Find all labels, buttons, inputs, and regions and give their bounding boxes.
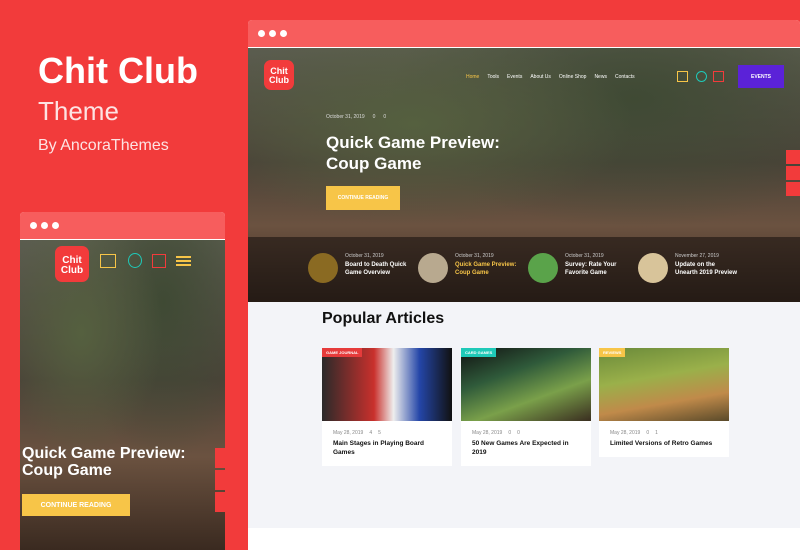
dot-icon — [258, 30, 265, 37]
user-side-icon[interactable] — [215, 470, 225, 490]
article-meta: May 28, 2019 0 1 — [610, 430, 658, 436]
continue-reading-button[interactable]: CONTINUE READING — [22, 494, 130, 516]
article-card[interactable]: GAME JOURNAL May 28, 2019 4 5 Main Stages … — [322, 348, 452, 466]
category-tag[interactable]: REVIEWS — [599, 348, 626, 357]
desktop-hero: Chit Club Home Tools Events About Us Onli… — [248, 48, 800, 302]
shop-icon[interactable] — [100, 254, 116, 268]
hero-likes: 0 — [383, 114, 387, 120]
brand-subtitle: Theme — [38, 96, 119, 126]
section-divider — [248, 528, 800, 550]
mobile-hero-title: Quick Game Preview: Coup Game — [22, 445, 186, 479]
recent-post[interactable]: October 31, 2019 Survey: Rate Your Favori… — [528, 253, 628, 302]
basket-icon[interactable] — [713, 71, 724, 82]
recent-post[interactable]: October 31, 2019 Quick Game Preview: Coup… — [418, 253, 518, 302]
article-title[interactable]: 50 New Games Are Expected in 2019 — [461, 436, 591, 466]
cart-icon[interactable] — [215, 448, 225, 468]
section-heading: Popular Articles — [322, 310, 445, 327]
recent-post[interactable]: November 27, 2019 Update on the Unearth 2… — [638, 253, 738, 302]
logo[interactable]: Chit Club — [264, 60, 294, 90]
hero-meta: October 31, 2019 0 0 — [326, 114, 386, 120]
nav-events[interactable]: Events — [507, 74, 522, 80]
category-tag[interactable]: GAME JOURNAL — [322, 348, 363, 357]
mobile-hero: Chit Club Quick Game Preview: Coup Game CO… — [20, 240, 225, 550]
post-thumbnail — [418, 253, 448, 283]
mobile-preview-window: Chit Club Quick Game Preview: Coup Game CO… — [20, 212, 225, 550]
article-image: GAME JOURNAL — [322, 348, 452, 421]
article-title[interactable]: Main Stages in Playing Board Games — [322, 436, 452, 466]
events-button[interactable]: EVENTS — [738, 65, 784, 88]
cart-icon[interactable] — [786, 150, 800, 164]
nav-news[interactable]: News — [594, 74, 607, 80]
user-icon[interactable] — [128, 253, 142, 268]
desktop-preview-window: Chit Club Home Tools Events About Us Onli… — [248, 20, 800, 550]
nav-shop[interactable]: Online Shop — [559, 74, 587, 80]
article-meta: May 28, 2019 4 5 — [333, 430, 381, 436]
category-tag[interactable]: CARD GAMES — [461, 348, 497, 357]
article-meta: May 28, 2019 0 0 — [472, 430, 520, 436]
article-image: REVIEWS — [599, 348, 729, 421]
hero-date: October 31, 2019 — [326, 114, 365, 120]
window-bar — [248, 20, 800, 48]
user-icon[interactable] — [696, 71, 707, 82]
calendar-icon[interactable] — [786, 182, 800, 196]
post-thumbnail — [638, 253, 668, 283]
nav-contacts[interactable]: Contacts — [615, 74, 635, 80]
menu-icon[interactable] — [176, 256, 191, 266]
shop-icon[interactable] — [677, 71, 688, 82]
recent-post[interactable]: October 31, 2019 Board to Death Quick Gam… — [308, 253, 408, 302]
brand-title: Chit Club — [38, 50, 198, 91]
article-card[interactable]: CARD GAMES May 28, 2019 0 0 50 New Games A… — [461, 348, 591, 466]
article-title[interactable]: Limited Versions of Retro Games — [599, 436, 729, 457]
user-side-icon[interactable] — [786, 166, 800, 180]
hero-comments: 0 — [372, 114, 376, 120]
calendar-icon[interactable] — [215, 492, 225, 512]
dot-icon — [41, 222, 48, 229]
continue-reading-button[interactable]: CONTINUE READING — [326, 186, 400, 210]
dot-icon — [52, 222, 59, 229]
dot-icon — [269, 30, 276, 37]
dot-icon — [30, 222, 37, 229]
post-thumbnail — [528, 253, 558, 283]
hero-title: Quick Game Preview: Coup Game — [326, 133, 500, 173]
recent-posts-strip: October 31, 2019 Board to Death Quick Gam… — [248, 237, 800, 302]
article-image: CARD GAMES — [461, 348, 591, 421]
window-bar — [20, 212, 225, 240]
nav-tools[interactable]: Tools — [487, 74, 499, 80]
article-card[interactable]: REVIEWS May 28, 2019 0 1 Limited Versions … — [599, 348, 729, 457]
dot-icon — [280, 30, 287, 37]
post-thumbnail — [308, 253, 338, 283]
nav-about[interactable]: About Us — [530, 74, 551, 80]
nav-home[interactable]: Home — [466, 74, 479, 80]
brand-author: By AncoraThemes — [38, 137, 169, 154]
main-nav: Home Tools Events About Us Online Shop N… — [466, 74, 635, 80]
basket-icon[interactable] — [152, 254, 166, 268]
logo[interactable]: Chit Club — [55, 246, 89, 282]
